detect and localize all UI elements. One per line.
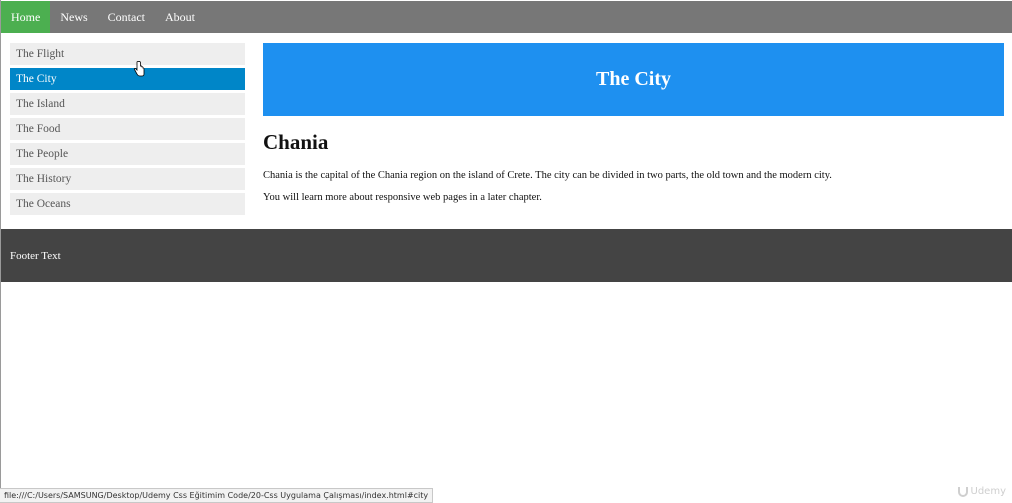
side-item-the-flight[interactable]: The Flight bbox=[10, 43, 245, 65]
top-navigation-bar: Home News Contact About bbox=[1, 1, 1012, 33]
side-menu: The Flight The City The Island The Food … bbox=[10, 43, 245, 218]
nav-contact-link[interactable]: Contact bbox=[98, 1, 155, 33]
page-banner: The City bbox=[263, 43, 1004, 116]
udemy-watermark: Udemy bbox=[957, 486, 1006, 497]
udemy-logo-icon bbox=[957, 486, 968, 497]
side-item-the-oceans[interactable]: The Oceans bbox=[10, 193, 245, 215]
content-heading: Chania bbox=[263, 130, 329, 154]
content-paragraph-1: Chania is the capital of the Chania regi… bbox=[263, 170, 832, 181]
side-item-the-city[interactable]: The City bbox=[10, 68, 245, 90]
side-item-the-people[interactable]: The People bbox=[10, 143, 245, 165]
side-item-the-history[interactable]: The History bbox=[10, 168, 245, 190]
nav-home-link[interactable]: Home bbox=[1, 1, 51, 33]
footer-text: Footer Text bbox=[10, 249, 61, 262]
browser-status-bar: file:///C:/Users/SAMSUNG/Desktop/Udemy C… bbox=[0, 488, 434, 503]
hand-cursor-icon bbox=[133, 61, 145, 77]
status-url: file:///C:/Users/SAMSUNG/Desktop/Udemy C… bbox=[4, 491, 429, 500]
watermark-text: Udemy bbox=[970, 486, 1006, 497]
content-paragraph-2: You will learn more about responsive web… bbox=[263, 192, 542, 203]
page-footer: Footer Text bbox=[1, 229, 1012, 282]
banner-title: The City bbox=[596, 68, 671, 90]
side-item-the-food[interactable]: The Food bbox=[10, 118, 245, 140]
nav-about-link[interactable]: About bbox=[155, 1, 205, 33]
nav-news-link[interactable]: News bbox=[50, 1, 97, 33]
side-item-the-island[interactable]: The Island bbox=[10, 93, 245, 115]
